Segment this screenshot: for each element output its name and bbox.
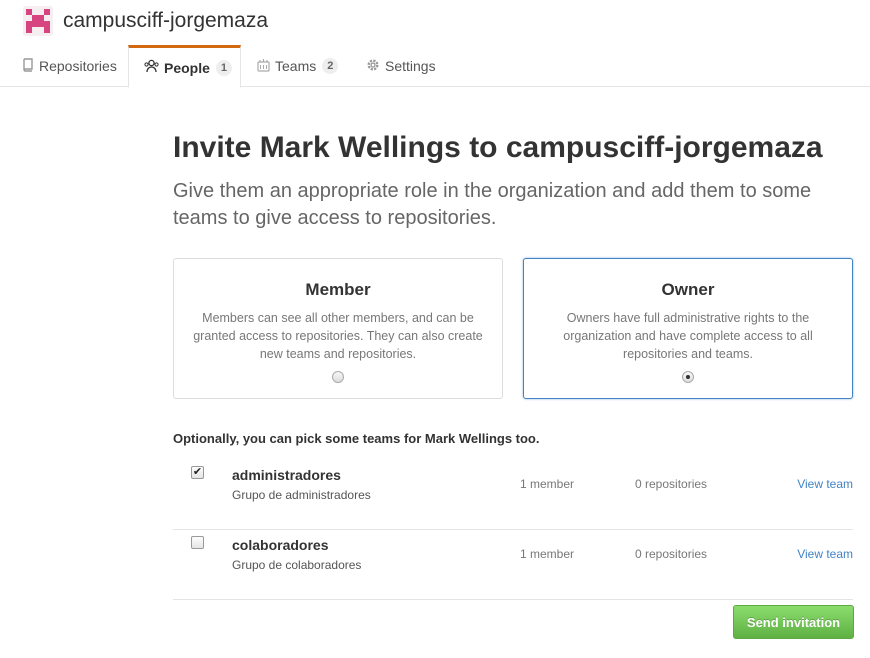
view-team-link[interactable]: View team xyxy=(797,547,853,561)
team-row: ✔ administradores Grupo de administrador… xyxy=(173,460,853,530)
team-description: Grupo de colaboradores xyxy=(232,558,362,572)
team-member-count: 1 member xyxy=(520,477,575,491)
view-team-link[interactable]: View team xyxy=(797,477,853,491)
tab-repositories[interactable]: Repositories xyxy=(22,45,117,87)
owner-radio[interactable] xyxy=(682,371,694,383)
team-member-count: 1 member xyxy=(520,547,575,561)
team-icon xyxy=(257,58,270,75)
team-checkbox-administradores[interactable]: ✔ xyxy=(191,466,204,479)
team-name: colaboradores xyxy=(232,537,329,553)
org-name[interactable]: campusciff-jorgemaza xyxy=(63,9,268,33)
team-repository-count: 0 repositories xyxy=(635,547,708,561)
tab-people[interactable]: People 1 xyxy=(128,45,241,88)
page-title: Invite Mark Wellings to campusciff-jorge… xyxy=(173,131,823,164)
teams-heading: Optionally, you can pick some teams for … xyxy=(173,431,540,446)
repo-icon xyxy=(22,57,34,75)
tab-teams-label: Teams xyxy=(275,58,317,74)
role-description: Members can see all other members, and c… xyxy=(193,311,483,361)
org-header: campusciff-jorgemaza Repositories People… xyxy=(0,0,870,88)
tab-settings[interactable]: Settings xyxy=(366,45,436,87)
team-description: Grupo de administradores xyxy=(232,488,371,502)
tab-settings-label: Settings xyxy=(385,58,436,74)
team-row: colaboradores Grupo de colaboradores 1 m… xyxy=(173,530,853,600)
org-avatar[interactable] xyxy=(23,6,53,36)
people-icon xyxy=(144,59,159,76)
team-name: administradores xyxy=(232,467,341,483)
gear-icon xyxy=(366,58,380,75)
role-description: Owners have full administrative rights t… xyxy=(563,311,813,361)
role-option-owner[interactable]: Owner Owners have full administrative ri… xyxy=(523,258,853,399)
team-repository-count: 0 repositories xyxy=(635,477,708,491)
people-count-badge: 1 xyxy=(215,59,233,76)
page-lead: Give them an appropriate role in the org… xyxy=(173,180,812,229)
team-checkbox-colaboradores[interactable] xyxy=(191,536,204,549)
tab-teams[interactable]: Teams 2 xyxy=(257,45,339,87)
send-invitation-button[interactable]: Send invitation xyxy=(733,605,854,639)
member-radio[interactable] xyxy=(332,371,344,383)
role-title: Owner xyxy=(661,280,715,299)
tab-people-label: People xyxy=(164,59,210,76)
teams-count-badge: 2 xyxy=(322,58,339,74)
tab-repositories-label: Repositories xyxy=(39,58,117,74)
role-title: Member xyxy=(305,280,371,299)
role-option-member[interactable]: Member Members can see all other members… xyxy=(173,258,503,399)
